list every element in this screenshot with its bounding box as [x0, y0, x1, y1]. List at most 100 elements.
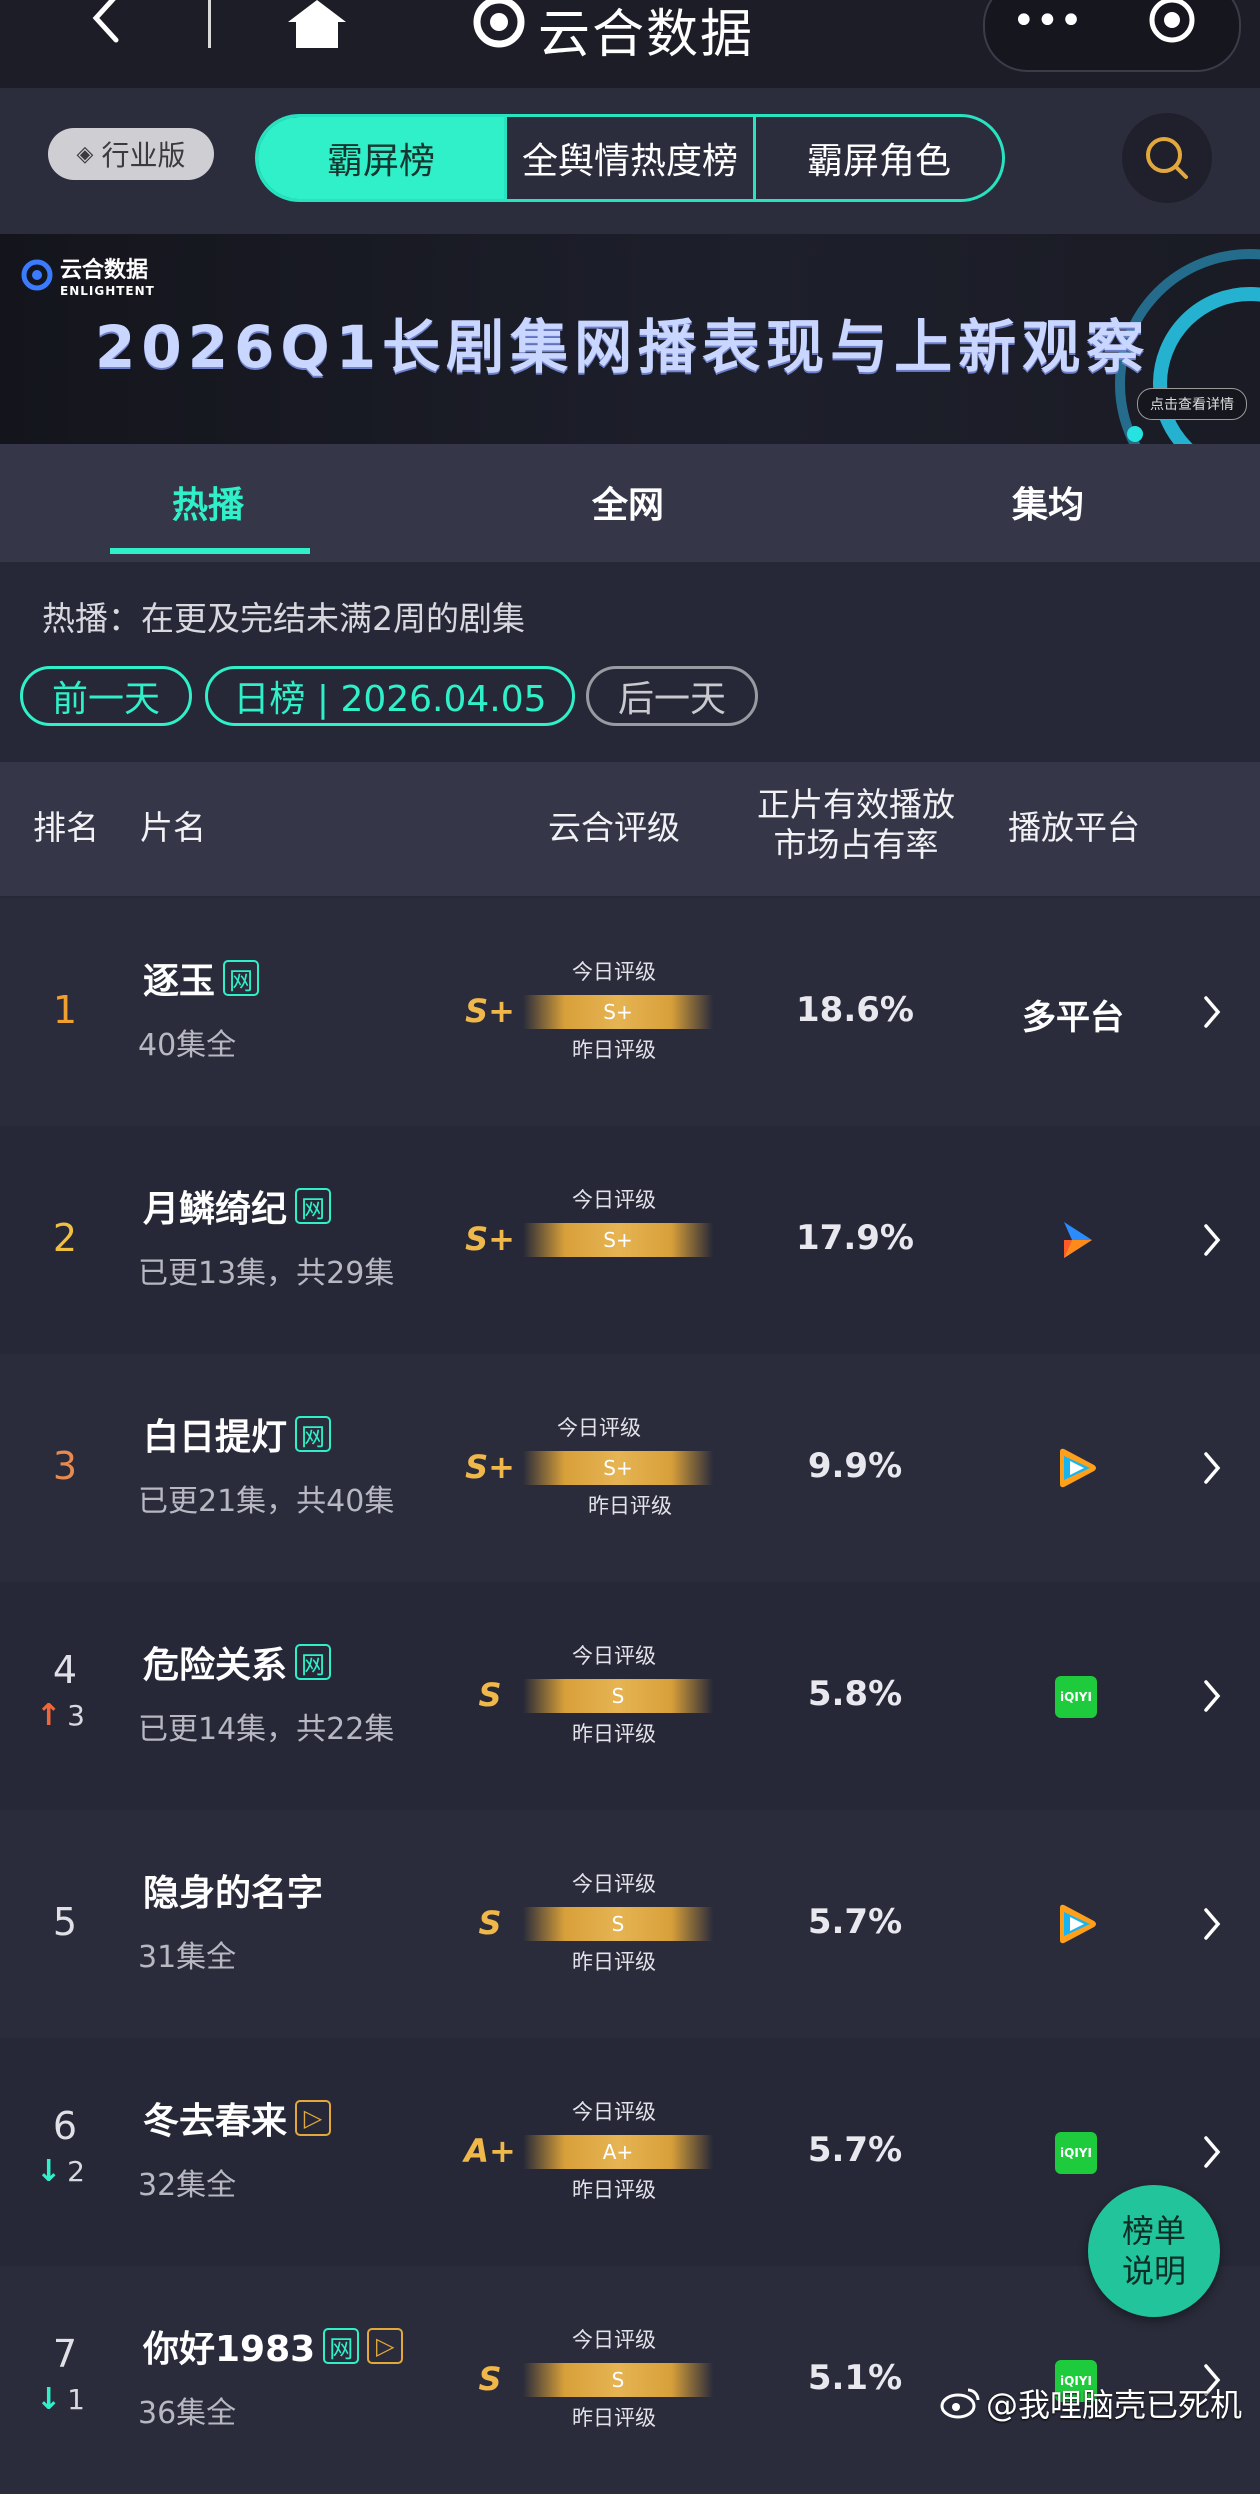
rating-bar: S	[523, 1679, 713, 1713]
rating-bar: A+	[523, 2135, 713, 2169]
more-menu-icon[interactable]: •••	[1012, 0, 1083, 44]
back-arrow-icon[interactable]	[78, 0, 134, 56]
web-drama-tag: 网	[223, 960, 260, 996]
chevron-right-icon[interactable]	[1200, 1448, 1224, 1488]
yesterday-rating-label: 昨日评级	[588, 1494, 672, 1518]
tab-public-opinion[interactable]: 全舆情热度榜	[504, 117, 753, 199]
web-drama-tag: 网	[323, 2328, 360, 2364]
close-miniprogram-icon[interactable]	[1146, 0, 1198, 44]
yesterday-rating-label: 昨日评级	[572, 1722, 656, 1746]
rating-bar-value: S	[611, 1912, 625, 1936]
arrow-down-icon: ↓	[36, 2382, 62, 2417]
rating-grade: S+	[465, 1448, 515, 1486]
chevron-right-icon[interactable]	[1200, 992, 1224, 1032]
rank-change-value: 2	[67, 2155, 85, 2188]
table-row[interactable]: 3 白日提灯网已更21集，共40集 S+ 今日评级 S+ 昨日评级 9.9%	[0, 1354, 1260, 1582]
app-title: 云合数据	[538, 4, 755, 65]
web-drama-tag: 网	[295, 1416, 332, 1452]
rank-number: 4	[52, 1648, 78, 1692]
header-title: 片名	[140, 808, 206, 847]
show-title[interactable]: 隐身的名字	[143, 1864, 323, 1916]
rating-bar-value: S+	[603, 1000, 633, 1024]
chevron-right-icon[interactable]	[1200, 1220, 1224, 1260]
subtab-hot[interactable]: 热播	[172, 476, 244, 528]
rank-change-value: 1	[67, 2383, 85, 2416]
iqiyi-icon: iQIYI	[1055, 2132, 1097, 2174]
banner-logo: 云合数据 ENLIGHTENT	[20, 252, 155, 298]
next-day-button[interactable]: 后一天	[586, 666, 758, 726]
episode-info: 36集全	[138, 2396, 237, 2431]
market-share: 18.6%	[796, 990, 914, 1030]
today-rating-label: 今日评级	[557, 1416, 641, 1440]
market-share: 5.7%	[807, 1902, 903, 1942]
market-share: 5.7%	[807, 2130, 903, 2170]
web-drama-tag: 网	[295, 1644, 332, 1680]
table-row[interactable]: 1 逐玉网 40集全 S+ 今日评级 S+ 昨日评级 18.6% 多平台	[0, 898, 1260, 1126]
rating-grade: A+	[464, 2132, 516, 2170]
rating-bar: S+	[523, 995, 713, 1029]
episode-info: 32集全	[138, 2168, 237, 2203]
header-market-share: 正片有效播放 市场占有率	[756, 785, 956, 865]
table-row[interactable]: 6 ↓ 2 冬去春来 ▷ 32集全 A+ 今日评级 A+ 昨日评级 5.7% iQIYI	[0, 2038, 1260, 2266]
industry-edition-badge[interactable]: ◈ 行业版	[48, 128, 214, 180]
rank-number: 7	[52, 2332, 78, 2376]
table-row[interactable]: 2 月鳞绮纪网已更13集，共29集 S+ 今日评级 S+ 17.9%	[0, 1126, 1260, 1354]
rank-change: ↓ 1	[36, 2382, 85, 2417]
episode-info: 40集全	[138, 1028, 237, 1063]
today-rating-label: 今日评级	[572, 960, 656, 984]
subtab-episode-average[interactable]: 集均	[1012, 476, 1084, 528]
rank-change: ↑ 3	[36, 1698, 85, 1733]
chevron-right-icon[interactable]	[1200, 2132, 1224, 2172]
tab-dominant-role[interactable]: 霸屏角色	[753, 117, 1002, 199]
chevron-right-icon[interactable]	[1200, 1904, 1224, 1944]
show-title-text: 白日提灯	[143, 1417, 288, 1458]
table-row[interactable]: 5 隐身的名字 31集全 S 今日评级 S 昨日评级 5.7%	[0, 1810, 1260, 2038]
rank-number: 2	[52, 1216, 78, 1260]
prev-day-button[interactable]: 前一天	[20, 666, 192, 726]
tab-dominant-screen[interactable]: 霸屏榜	[258, 117, 504, 199]
rating-bar: S+	[523, 1451, 713, 1485]
show-title[interactable]: 白日提灯网	[143, 1408, 332, 1460]
show-title[interactable]: 危险关系网	[143, 1636, 332, 1688]
show-title[interactable]: 你好1983 网 ▷	[143, 2320, 404, 2372]
yesterday-rating-label: 昨日评级	[572, 2178, 656, 2202]
show-title-text: 隐身的名字	[143, 1873, 324, 1914]
list-description: 热播：在更及完结未满2周的剧集	[42, 599, 525, 638]
tencent-video-icon	[1060, 1448, 1096, 1488]
show-title[interactable]: 逐玉网	[143, 952, 260, 1004]
table-row[interactable]: 4 ↑ 3 危险关系网已更14集，共22集 S 今日评级 S 昨日评级 5.8% iQIYI	[0, 1582, 1260, 1810]
tencent-video-icon	[1060, 1904, 1096, 1944]
header-rating: 云合评级	[548, 808, 680, 847]
episode-info: 已更13集，共29集	[138, 1256, 395, 1291]
episode-info: 已更21集，共40集	[138, 1484, 395, 1519]
yesterday-rating-label: 昨日评级	[572, 1038, 656, 1062]
show-title[interactable]: 冬去春来 ▷	[143, 2092, 332, 2144]
rating-bar: S	[523, 2363, 713, 2397]
banner-detail-button[interactable]: 点击查看详情	[1137, 388, 1247, 420]
banner-logo-text: 云合数据	[60, 258, 149, 283]
date-selector[interactable]: 日榜 | 2026.04.05	[205, 666, 575, 726]
rating-grade: S	[478, 1904, 502, 1942]
rating-bar: S	[523, 1907, 713, 1941]
show-title[interactable]: 月鳞绮纪网	[143, 1180, 332, 1232]
header-rank: 排名	[33, 808, 99, 847]
explain-line2: 说明	[1121, 2252, 1186, 2290]
weibo-handle: @我哩脑壳已死机	[986, 2386, 1243, 2424]
chevron-right-icon[interactable]	[1200, 1676, 1224, 1716]
ranking-explanation-button[interactable]: 榜单 说明	[1088, 2185, 1220, 2317]
episode-info: 已更14集，共22集	[138, 1712, 395, 1747]
industry-edition-label: 行业版	[101, 139, 186, 172]
yesterday-rating-label: 昨日评级	[572, 1950, 656, 1974]
show-title-text: 危险关系	[143, 1645, 288, 1686]
today-rating-label: 今日评级	[572, 2328, 656, 2352]
exclusive-play-tag: ▷	[295, 2100, 332, 2136]
home-icon[interactable]	[286, 0, 348, 50]
rating-bar-value: S	[611, 2368, 625, 2392]
search-button[interactable]	[1122, 113, 1212, 203]
subtab-all-network[interactable]: 全网	[592, 476, 664, 528]
banner-title: 2026Q1长剧集网播表现与上新观察	[95, 313, 1151, 381]
episode-info: 31集全	[138, 1940, 237, 1975]
banner-logo-subtext: ENLIGHTENT	[60, 284, 155, 298]
rank-number: 3	[52, 1444, 78, 1488]
rating-grade: S	[478, 2360, 502, 2398]
